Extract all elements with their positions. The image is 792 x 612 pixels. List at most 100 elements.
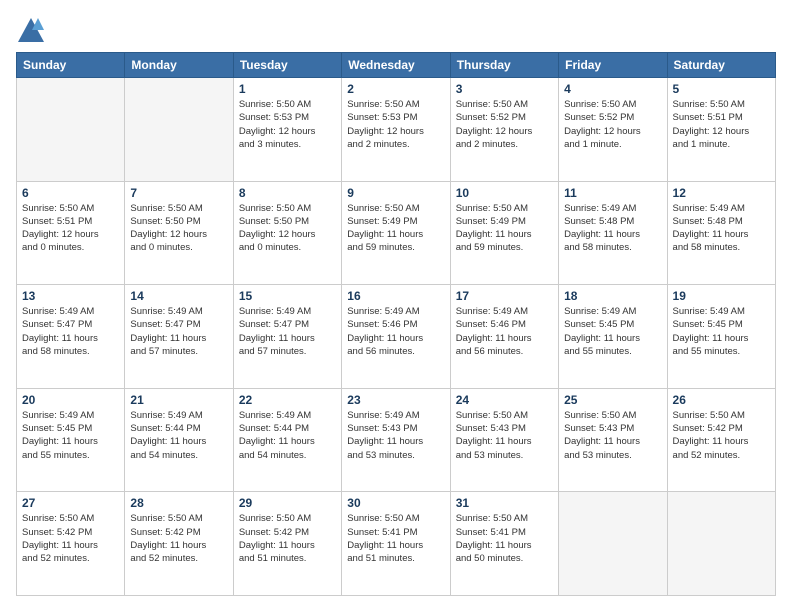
weekday-header-saturday: Saturday (667, 53, 775, 78)
calendar-cell: 2 Sunrise: 5:50 AM Sunset: 5:53 PM Daylig… (342, 78, 450, 182)
day-info: Sunrise: 5:50 AM Sunset: 5:51 PM Dayligh… (673, 98, 770, 151)
day-info: Sunrise: 5:50 AM Sunset: 5:50 PM Dayligh… (239, 202, 336, 255)
calendar-cell: 18 Sunrise: 5:49 AM Sunset: 5:45 PM Dayli… (559, 285, 667, 389)
day-number: 25 (564, 393, 661, 407)
day-number: 1 (239, 82, 336, 96)
day-info: Sunrise: 5:49 AM Sunset: 5:45 PM Dayligh… (564, 305, 661, 358)
calendar-cell: 13 Sunrise: 5:49 AM Sunset: 5:47 PM Dayli… (17, 285, 125, 389)
header (16, 16, 776, 44)
logo (16, 16, 48, 44)
day-info: Sunrise: 5:50 AM Sunset: 5:43 PM Dayligh… (456, 409, 553, 462)
calendar-cell (17, 78, 125, 182)
weekday-header-monday: Monday (125, 53, 233, 78)
calendar-cell: 19Sunrise: 5:49 AM Sunset: 5:45 PM Dayli… (667, 285, 775, 389)
day-info: Sunrise: 5:50 AM Sunset: 5:53 PM Dayligh… (347, 98, 444, 151)
day-number: 12 (673, 186, 770, 200)
calendar-cell: 4Sunrise: 5:50 AM Sunset: 5:52 PM Daylig… (559, 78, 667, 182)
day-info: Sunrise: 5:50 AM Sunset: 5:41 PM Dayligh… (347, 512, 444, 565)
calendar-cell (559, 492, 667, 596)
calendar-cell: 11 Sunrise: 5:49 AM Sunset: 5:48 PM Dayli… (559, 181, 667, 285)
day-info: Sunrise: 5:50 AM Sunset: 5:49 PM Dayligh… (347, 202, 444, 255)
day-number: 11 (564, 186, 661, 200)
day-number: 3 (456, 82, 553, 96)
weekday-header-thursday: Thursday (450, 53, 558, 78)
calendar-cell: 30 Sunrise: 5:50 AM Sunset: 5:41 PM Dayli… (342, 492, 450, 596)
day-number: 9 (347, 186, 444, 200)
day-info: Sunrise: 5:50 AM Sunset: 5:52 PM Dayligh… (456, 98, 553, 151)
day-number: 17 (456, 289, 553, 303)
day-info: Sunrise: 5:49 AM Sunset: 5:47 PM Dayligh… (239, 305, 336, 358)
weekday-header-sunday: Sunday (17, 53, 125, 78)
day-number: 31 (456, 496, 553, 510)
day-number: 21 (130, 393, 227, 407)
calendar-cell: 15 Sunrise: 5:49 AM Sunset: 5:47 PM Dayli… (233, 285, 341, 389)
calendar-cell: 31 Sunrise: 5:50 AM Sunset: 5:41 PM Dayli… (450, 492, 558, 596)
weekday-row: SundayMondayTuesdayWednesdayThursdayFrid… (17, 53, 776, 78)
day-number: 28 (130, 496, 227, 510)
day-number: 14 (130, 289, 227, 303)
day-number: 6 (22, 186, 119, 200)
day-number: 24 (456, 393, 553, 407)
calendar-cell (667, 492, 775, 596)
week-row-1: 6 Sunrise: 5:50 AM Sunset: 5:51 PM Daylig… (17, 181, 776, 285)
calendar-cell: 7 Sunrise: 5:50 AM Sunset: 5:50 PM Daylig… (125, 181, 233, 285)
calendar-cell: 10 Sunrise: 5:50 AM Sunset: 5:49 PM Dayli… (450, 181, 558, 285)
day-number: 22 (239, 393, 336, 407)
day-number: 15 (239, 289, 336, 303)
calendar-cell: 12 Sunrise: 5:49 AM Sunset: 5:48 PM Dayli… (667, 181, 775, 285)
calendar-cell: 9 Sunrise: 5:50 AM Sunset: 5:49 PM Daylig… (342, 181, 450, 285)
day-number: 19 (673, 289, 770, 303)
day-number: 27 (22, 496, 119, 510)
week-row-3: 20 Sunrise: 5:49 AM Sunset: 5:45 PM Dayli… (17, 388, 776, 492)
day-number: 16 (347, 289, 444, 303)
day-info: Sunrise: 5:49 AM Sunset: 5:45 PM Dayligh… (22, 409, 119, 462)
day-info: Sunrise: 5:49 AM Sunset: 5:44 PM Dayligh… (239, 409, 336, 462)
calendar-cell: 1 Sunrise: 5:50 AM Sunset: 5:53 PM Daylig… (233, 78, 341, 182)
calendar-cell: 27 Sunrise: 5:50 AM Sunset: 5:42 PM Dayli… (17, 492, 125, 596)
calendar-cell: 3 Sunrise: 5:50 AM Sunset: 5:52 PM Daylig… (450, 78, 558, 182)
calendar-cell: 28 Sunrise: 5:50 AM Sunset: 5:42 PM Dayli… (125, 492, 233, 596)
calendar-cell: 8 Sunrise: 5:50 AM Sunset: 5:50 PM Daylig… (233, 181, 341, 285)
day-number: 7 (130, 186, 227, 200)
day-number: 10 (456, 186, 553, 200)
day-info: Sunrise: 5:49 AM Sunset: 5:43 PM Dayligh… (347, 409, 444, 462)
logo-icon (16, 16, 46, 44)
day-number: 2 (347, 82, 444, 96)
day-info: Sunrise: 5:49 AM Sunset: 5:48 PM Dayligh… (564, 202, 661, 255)
day-info: Sunrise: 5:49 AM Sunset: 5:47 PM Dayligh… (130, 305, 227, 358)
calendar-cell: 20 Sunrise: 5:49 AM Sunset: 5:45 PM Dayli… (17, 388, 125, 492)
weekday-header-wednesday: Wednesday (342, 53, 450, 78)
day-number: 13 (22, 289, 119, 303)
calendar-table: SundayMondayTuesdayWednesdayThursdayFrid… (16, 52, 776, 596)
day-info: Sunrise: 5:50 AM Sunset: 5:51 PM Dayligh… (22, 202, 119, 255)
day-number: 30 (347, 496, 444, 510)
calendar-cell: 21 Sunrise: 5:49 AM Sunset: 5:44 PM Dayli… (125, 388, 233, 492)
calendar-cell: 22 Sunrise: 5:49 AM Sunset: 5:44 PM Dayli… (233, 388, 341, 492)
day-number: 5 (673, 82, 770, 96)
day-number: 20 (22, 393, 119, 407)
day-info: Sunrise: 5:50 AM Sunset: 5:43 PM Dayligh… (564, 409, 661, 462)
day-info: Sunrise: 5:50 AM Sunset: 5:42 PM Dayligh… (130, 512, 227, 565)
calendar-header: SundayMondayTuesdayWednesdayThursdayFrid… (17, 53, 776, 78)
week-row-2: 13 Sunrise: 5:49 AM Sunset: 5:47 PM Dayli… (17, 285, 776, 389)
day-info: Sunrise: 5:50 AM Sunset: 5:53 PM Dayligh… (239, 98, 336, 151)
day-number: 18 (564, 289, 661, 303)
day-info: Sunrise: 5:50 AM Sunset: 5:41 PM Dayligh… (456, 512, 553, 565)
day-info: Sunrise: 5:50 AM Sunset: 5:42 PM Dayligh… (22, 512, 119, 565)
calendar-cell: 29 Sunrise: 5:50 AM Sunset: 5:42 PM Dayli… (233, 492, 341, 596)
day-number: 29 (239, 496, 336, 510)
page: SundayMondayTuesdayWednesdayThursdayFrid… (0, 0, 792, 612)
calendar-cell: 14 Sunrise: 5:49 AM Sunset: 5:47 PM Dayli… (125, 285, 233, 389)
day-info: Sunrise: 5:50 AM Sunset: 5:52 PM Dayligh… (564, 98, 661, 151)
weekday-header-friday: Friday (559, 53, 667, 78)
day-info: Sunrise: 5:49 AM Sunset: 5:44 PM Dayligh… (130, 409, 227, 462)
day-number: 8 (239, 186, 336, 200)
day-info: Sunrise: 5:49 AM Sunset: 5:47 PM Dayligh… (22, 305, 119, 358)
day-number: 23 (347, 393, 444, 407)
day-info: Sunrise: 5:50 AM Sunset: 5:49 PM Dayligh… (456, 202, 553, 255)
day-info: Sunrise: 5:49 AM Sunset: 5:46 PM Dayligh… (347, 305, 444, 358)
day-info: Sunrise: 5:50 AM Sunset: 5:42 PM Dayligh… (239, 512, 336, 565)
day-info: Sunrise: 5:49 AM Sunset: 5:48 PM Dayligh… (673, 202, 770, 255)
day-info: Sunrise: 5:50 AM Sunset: 5:50 PM Dayligh… (130, 202, 227, 255)
week-row-0: 1 Sunrise: 5:50 AM Sunset: 5:53 PM Daylig… (17, 78, 776, 182)
